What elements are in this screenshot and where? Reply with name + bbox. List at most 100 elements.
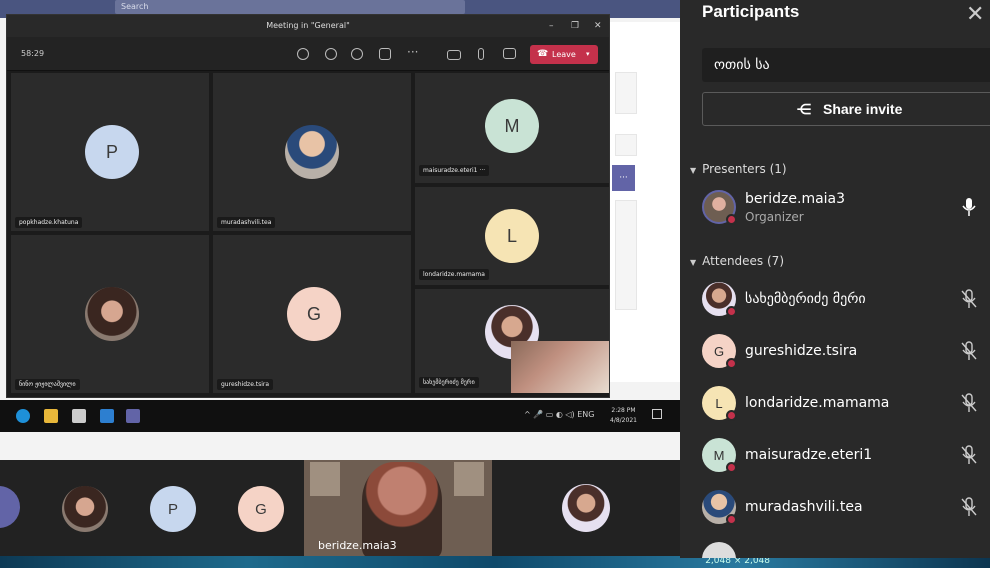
status-badge: [726, 306, 737, 317]
doc-block: [615, 200, 637, 310]
participant-name: სახემბერიძე მერი: [419, 377, 479, 388]
avatar: [285, 125, 339, 179]
avatar: P: [85, 125, 139, 179]
meeting-toolbar: 58:29 ··· ☎ Leave ▾: [7, 37, 609, 71]
avatar: [562, 484, 610, 532]
participant-name: muradashvili.tea: [745, 499, 863, 515]
avatar: [702, 542, 736, 558]
mic-icon[interactable]: [960, 197, 978, 217]
meeting-titlebar: Meeting in "General" – ❐ ✕: [7, 15, 609, 37]
video-tile[interactable]: muradashvili.tea: [213, 73, 411, 231]
meeting-window: Meeting in "General" – ❐ ✕ 58:29 ··· ☎ L…: [6, 14, 610, 398]
participant-name: maisuradze.eteri1: [745, 447, 873, 463]
panel-title: Participants: [702, 2, 800, 21]
doc-block: [615, 134, 637, 156]
chat-icon[interactable]: [325, 48, 337, 60]
maximize-icon[interactable]: ❐: [571, 15, 579, 37]
notifications-icon[interactable]: [652, 409, 662, 419]
participants-icon[interactable]: [297, 48, 309, 60]
avatar: L: [485, 209, 539, 263]
more-actions-icon[interactable]: ···: [407, 45, 418, 59]
mic-muted-icon[interactable]: [960, 445, 978, 465]
windows-taskbar: ^ 🎤 ▭ ◐ ◁) ENG 2:28 PM 4/8/2021: [0, 400, 680, 432]
video-tile[interactable]: M maisuradze.eteri1 ···: [415, 73, 609, 183]
participant-row[interactable]: L londaridze.mamama: [700, 384, 980, 426]
chevron-down-icon[interactable]: ▾: [586, 45, 590, 64]
share-icon: ⋲: [797, 101, 811, 117]
status-badge: [726, 514, 737, 525]
participant-name: gureshidze.tsira: [745, 343, 858, 359]
doc-more-button[interactable]: ···: [612, 165, 635, 191]
presenters-section-toggle[interactable]: ▼ Presenters (1): [690, 162, 787, 176]
participant-row[interactable]: M maisuradze.eteri1: [700, 436, 980, 478]
participant-name: beridze.maia3: [745, 191, 846, 207]
participant-row[interactable]: სახემბერიძე მერი: [700, 280, 980, 322]
phone-icon: ☎: [537, 49, 549, 59]
taskbar-clock[interactable]: 2:28 PM 4/8/2021: [610, 406, 637, 426]
video-tile[interactable]: P popkhadze.khatuna: [11, 73, 209, 231]
doc-block: [615, 72, 637, 114]
video-tile[interactable]: სახემბერიძე მერი: [415, 289, 609, 393]
participant-row[interactable]: [700, 540, 980, 558]
desktop-search-box[interactable]: Search: [115, 0, 465, 14]
clock-date: 4/8/2021: [610, 417, 637, 424]
clock-time: 2:28 PM: [611, 407, 636, 414]
mic-muted-icon[interactable]: [960, 393, 978, 413]
wall-picture: [454, 462, 484, 496]
mic-muted-icon[interactable]: [960, 497, 978, 517]
tray-icons[interactable]: ^ 🎤 ▭ ◐ ◁) ENG: [524, 410, 594, 419]
mic-muted-icon[interactable]: [960, 341, 978, 361]
avatar: [62, 486, 108, 532]
rooms-icon[interactable]: [379, 48, 391, 60]
participant-role: Organizer: [745, 210, 804, 224]
status-badge: [726, 214, 737, 225]
participant-name: londaridze.mamama: [419, 269, 489, 280]
participant-name: maisuradze.eteri1 ···: [419, 165, 490, 176]
minimize-icon[interactable]: –: [549, 15, 554, 37]
store-icon[interactable]: [72, 409, 86, 423]
self-view-video: [511, 341, 609, 393]
meeting-timer: 58:29: [21, 49, 45, 58]
avatar: G: [238, 486, 284, 532]
edge-icon[interactable]: [16, 409, 30, 423]
close-icon[interactable]: ✕: [966, 2, 984, 27]
status-badge: [726, 358, 737, 369]
participant-name: ნინო ჟიჟილაშვილი: [15, 379, 80, 390]
participant-name: popkhadze.khatuna: [15, 217, 83, 228]
avatar: [0, 486, 20, 528]
wall-picture: [310, 462, 340, 496]
mic-muted-icon[interactable]: [960, 289, 978, 309]
teams-icon[interactable]: [126, 409, 140, 423]
speaker-video-tile[interactable]: beridze.maia3: [304, 460, 492, 558]
share-invite-label: Share invite: [823, 101, 903, 117]
avatar: M: [485, 99, 539, 153]
leave-button[interactable]: ☎ Leave ▾: [530, 45, 598, 64]
presenters-label: Presenters (1): [702, 162, 787, 176]
camera-icon[interactable]: [447, 50, 461, 60]
status-badge: [726, 410, 737, 421]
participant-row[interactable]: G gureshidze.tsira: [700, 332, 980, 374]
mail-icon[interactable]: [100, 409, 114, 423]
reactions-icon[interactable]: [351, 48, 363, 60]
share-invite-button[interactable]: ⋲ Share invite: [702, 92, 990, 126]
video-tile[interactable]: G gureshidze.tsira: [213, 235, 411, 393]
leave-label: Leave: [552, 50, 576, 59]
avatar: G: [287, 287, 341, 341]
share-screen-icon[interactable]: [503, 48, 516, 59]
video-tile[interactable]: L londaridze.mamama: [415, 187, 609, 285]
meeting-title: Meeting in "General": [266, 21, 350, 30]
search-input[interactable]: ოთის სა: [702, 48, 990, 82]
video-tile[interactable]: ნინო ჟიჟილაშვილი: [11, 235, 209, 393]
participant-row[interactable]: muradashvili.tea: [700, 488, 980, 530]
participant-row[interactable]: beridze.maia3 Organizer: [700, 188, 980, 230]
avatar: P: [150, 486, 196, 532]
video-gallery: P G beridze.maia3: [0, 460, 680, 558]
file-explorer-icon[interactable]: [44, 409, 58, 423]
caret-down-icon: ▼: [690, 166, 697, 175]
close-icon[interactable]: ✕: [594, 15, 602, 37]
speaker-name: beridze.maia3: [318, 539, 397, 552]
attendees-section-toggle[interactable]: ▼ Attendees (7): [690, 254, 784, 268]
mic-icon[interactable]: [478, 48, 484, 60]
participant-name: gureshidze.tsira: [217, 379, 274, 390]
participant-name: muradashvili.tea: [217, 217, 276, 228]
